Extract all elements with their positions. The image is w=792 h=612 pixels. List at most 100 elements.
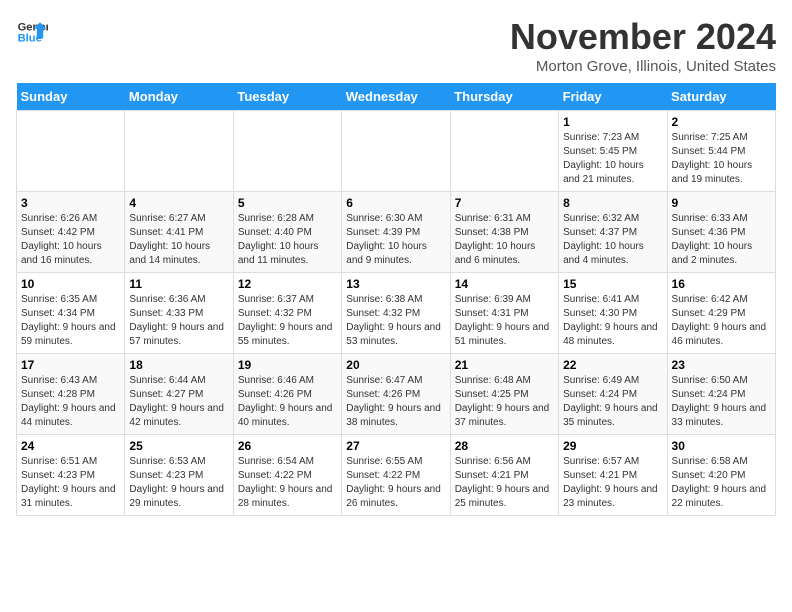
day-info: Sunrise: 6:32 AM Sunset: 4:37 PM Dayligh… [563, 212, 662, 268]
weekday-header-cell: Wednesday [342, 83, 450, 111]
day-number: 14 [455, 277, 554, 291]
calendar-week-row: 24 Sunrise: 6:51 AM Sunset: 4:23 PM Dayli… [17, 435, 776, 516]
calendar-week-row: 1Sunrise: 7:23 AM Sunset: 5:45 PM Daylig… [17, 111, 776, 192]
day-number: 27 [346, 439, 445, 453]
calendar-week-row: 3 Sunrise: 6:26 AM Sunset: 4:42 PM Daylig… [17, 192, 776, 273]
day-info: Sunrise: 6:51 AM Sunset: 4:23 PM Dayligh… [21, 455, 120, 511]
weekday-header-cell: Friday [559, 83, 667, 111]
day-info: Sunrise: 6:37 AM Sunset: 4:32 PM Dayligh… [238, 293, 337, 349]
day-number: 7 [455, 196, 554, 210]
day-info: Sunrise: 6:44 AM Sunset: 4:27 PM Dayligh… [129, 374, 228, 430]
calendar-cell: 28 Sunrise: 6:56 AM Sunset: 4:21 PM Dayli… [450, 435, 558, 516]
calendar-cell [233, 111, 341, 192]
calendar-cell: 21 Sunrise: 6:48 AM Sunset: 4:25 PM Dayli… [450, 354, 558, 435]
day-info: Sunrise: 6:49 AM Sunset: 4:24 PM Dayligh… [563, 374, 662, 430]
calendar-cell: 27 Sunrise: 6:55 AM Sunset: 4:22 PM Dayli… [342, 435, 450, 516]
day-number: 11 [129, 277, 228, 291]
calendar-cell: 10 Sunrise: 6:35 AM Sunset: 4:34 PM Dayli… [17, 273, 125, 354]
day-number: 25 [129, 439, 228, 453]
month-title: November 2024 [510, 16, 776, 58]
weekday-header-cell: Monday [125, 83, 233, 111]
day-info: Sunrise: 6:41 AM Sunset: 4:30 PM Dayligh… [563, 293, 662, 349]
calendar-cell: 1Sunrise: 7:23 AM Sunset: 5:45 PM Daylig… [559, 111, 667, 192]
calendar-cell: 11 Sunrise: 6:36 AM Sunset: 4:33 PM Dayli… [125, 273, 233, 354]
calendar-cell: 13 Sunrise: 6:38 AM Sunset: 4:32 PM Dayli… [342, 273, 450, 354]
day-number: 20 [346, 358, 445, 372]
calendar-cell: 26 Sunrise: 6:54 AM Sunset: 4:22 PM Dayli… [233, 435, 341, 516]
calendar-cell: 19Sunrise: 6:46 AM Sunset: 4:26 PM Dayli… [233, 354, 341, 435]
day-number: 16 [672, 277, 771, 291]
day-number: 15 [563, 277, 662, 291]
calendar-cell: 2 Sunrise: 7:25 AM Sunset: 5:44 PM Daylig… [667, 111, 775, 192]
day-info: Sunrise: 6:38 AM Sunset: 4:32 PM Dayligh… [346, 293, 445, 349]
day-info: Sunrise: 6:31 AM Sunset: 4:38 PM Dayligh… [455, 212, 554, 268]
day-number: 5 [238, 196, 337, 210]
day-info: Sunrise: 6:28 AM Sunset: 4:40 PM Dayligh… [238, 212, 337, 268]
calendar-cell: 7 Sunrise: 6:31 AM Sunset: 4:38 PM Daylig… [450, 192, 558, 273]
calendar-cell [17, 111, 125, 192]
calendar-cell: 15 Sunrise: 6:41 AM Sunset: 4:30 PM Dayli… [559, 273, 667, 354]
day-number: 28 [455, 439, 554, 453]
day-info: Sunrise: 6:47 AM Sunset: 4:26 PM Dayligh… [346, 374, 445, 430]
day-info: Sunrise: 6:50 AM Sunset: 4:24 PM Dayligh… [672, 374, 771, 430]
calendar-cell [342, 111, 450, 192]
day-info: Sunrise: 6:30 AM Sunset: 4:39 PM Dayligh… [346, 212, 445, 268]
title-area: November 2024 Morton Grove, Illinois, Un… [510, 16, 776, 75]
day-info: Sunrise: 6:56 AM Sunset: 4:21 PM Dayligh… [455, 455, 554, 511]
day-number: 4 [129, 196, 228, 210]
day-number: 13 [346, 277, 445, 291]
day-number: 17 [21, 358, 120, 372]
header: General Blue November 2024 Morton Grove,… [16, 16, 776, 75]
day-number: 19 [238, 358, 337, 372]
calendar-cell: 9Sunrise: 6:33 AM Sunset: 4:36 PM Daylig… [667, 192, 775, 273]
day-info: Sunrise: 6:53 AM Sunset: 4:23 PM Dayligh… [129, 455, 228, 511]
calendar-cell: 8 Sunrise: 6:32 AM Sunset: 4:37 PM Daylig… [559, 192, 667, 273]
location-title: Morton Grove, Illinois, United States [510, 58, 776, 75]
calendar-cell: 23 Sunrise: 6:50 AM Sunset: 4:24 PM Dayli… [667, 354, 775, 435]
logo: General Blue [16, 16, 48, 48]
day-number: 3 [21, 196, 120, 210]
day-number: 21 [455, 358, 554, 372]
calendar-table: SundayMondayTuesdayWednesdayThursdayFrid… [16, 83, 776, 516]
calendar-cell: 6Sunrise: 6:30 AM Sunset: 4:39 PM Daylig… [342, 192, 450, 273]
day-info: Sunrise: 6:27 AM Sunset: 4:41 PM Dayligh… [129, 212, 228, 268]
logo-icon: General Blue [16, 16, 48, 48]
weekday-header-cell: Thursday [450, 83, 558, 111]
calendar-cell [450, 111, 558, 192]
calendar-body: 1Sunrise: 7:23 AM Sunset: 5:45 PM Daylig… [17, 111, 776, 516]
day-number: 18 [129, 358, 228, 372]
day-info: Sunrise: 6:55 AM Sunset: 4:22 PM Dayligh… [346, 455, 445, 511]
day-number: 30 [672, 439, 771, 453]
calendar-cell [125, 111, 233, 192]
calendar-cell: 29 Sunrise: 6:57 AM Sunset: 4:21 PM Dayli… [559, 435, 667, 516]
day-number: 12 [238, 277, 337, 291]
day-info: Sunrise: 6:43 AM Sunset: 4:28 PM Dayligh… [21, 374, 120, 430]
calendar-cell: 14Sunrise: 6:39 AM Sunset: 4:31 PM Dayli… [450, 273, 558, 354]
day-info: Sunrise: 6:36 AM Sunset: 4:33 PM Dayligh… [129, 293, 228, 349]
calendar-cell: 25 Sunrise: 6:53 AM Sunset: 4:23 PM Dayli… [125, 435, 233, 516]
day-number: 10 [21, 277, 120, 291]
day-info: Sunrise: 6:57 AM Sunset: 4:21 PM Dayligh… [563, 455, 662, 511]
day-number: 24 [21, 439, 120, 453]
day-info: Sunrise: 6:48 AM Sunset: 4:25 PM Dayligh… [455, 374, 554, 430]
weekday-header-cell: Saturday [667, 83, 775, 111]
day-info: Sunrise: 6:26 AM Sunset: 4:42 PM Dayligh… [21, 212, 120, 268]
day-number: 26 [238, 439, 337, 453]
day-number: 22 [563, 358, 662, 372]
day-number: 9 [672, 196, 771, 210]
day-number: 29 [563, 439, 662, 453]
weekday-header-row: SundayMondayTuesdayWednesdayThursdayFrid… [17, 83, 776, 111]
day-info: Sunrise: 7:25 AM Sunset: 5:44 PM Dayligh… [672, 131, 771, 187]
calendar-cell: 18 Sunrise: 6:44 AM Sunset: 4:27 PM Dayli… [125, 354, 233, 435]
day-number: 1 [563, 115, 662, 129]
day-number: 8 [563, 196, 662, 210]
weekday-header-cell: Tuesday [233, 83, 341, 111]
calendar-cell: 30Sunrise: 6:58 AM Sunset: 4:20 PM Dayli… [667, 435, 775, 516]
day-info: Sunrise: 6:54 AM Sunset: 4:22 PM Dayligh… [238, 455, 337, 511]
day-number: 23 [672, 358, 771, 372]
day-info: Sunrise: 6:35 AM Sunset: 4:34 PM Dayligh… [21, 293, 120, 349]
calendar-cell: 20 Sunrise: 6:47 AM Sunset: 4:26 PM Dayli… [342, 354, 450, 435]
day-info: Sunrise: 6:42 AM Sunset: 4:29 PM Dayligh… [672, 293, 771, 349]
day-number: 2 [672, 115, 771, 129]
weekday-header-cell: Sunday [17, 83, 125, 111]
